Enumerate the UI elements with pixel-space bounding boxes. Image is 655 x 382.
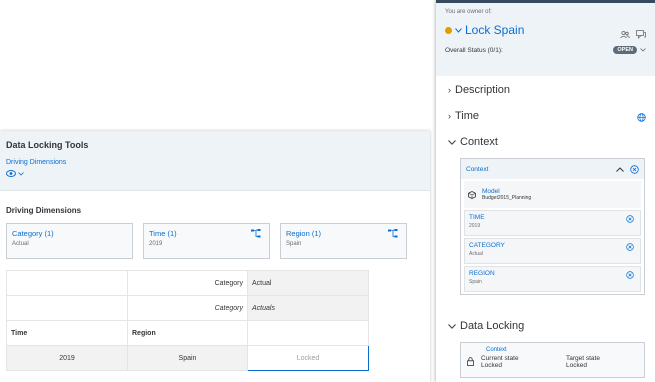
data-locking-tools-panel: Data Locking Tools Driving Dimensions Dr… [0, 131, 430, 382]
context-item-value: Spain [469, 279, 482, 285]
dimension-card-region[interactable]: Region (1) Spain [280, 223, 407, 259]
dimension-name: Time (1) [149, 229, 177, 238]
grid-column-header-region: Region [127, 320, 248, 346]
hierarchy-icon[interactable] [251, 229, 261, 238]
remove-icon[interactable] [630, 164, 639, 174]
chevron-down-icon[interactable] [640, 48, 646, 52]
locking-grid: Category Actual Category Actuals Time Re… [6, 270, 369, 371]
section-label: Time [455, 110, 480, 122]
chevron-down-icon [448, 139, 456, 145]
context-box-title: Context [466, 165, 489, 173]
lock-title-row[interactable]: Lock Spain [445, 23, 646, 37]
context-item-name: CATEGORY [469, 242, 505, 249]
lock-icon [467, 357, 474, 366]
section-label: Context [460, 136, 498, 148]
globe-icon[interactable] [637, 113, 646, 122]
model-icon [468, 190, 476, 199]
chevron-down-icon [455, 27, 462, 33]
remove-icon[interactable] [626, 243, 634, 251]
grid-cell-region: Spain [127, 345, 248, 371]
grid-row-value: Actuals [247, 295, 369, 321]
context-model[interactable]: Model Budget2015_Planning [464, 181, 641, 208]
context-item-name: TIME [469, 214, 485, 221]
grid-row-value: Actual [247, 270, 369, 296]
owner-text: You are owner of: [445, 9, 492, 15]
target-state-value: Locked [566, 362, 587, 369]
eye-icon [6, 170, 16, 177]
table-row: 2019 Spain Locked [6, 345, 369, 371]
status-badge[interactable]: OPEN [613, 46, 637, 54]
current-state-value: Locked [481, 362, 502, 369]
dimension-value: Actual [12, 241, 29, 247]
context-box: Context Model Budget2015_Planning TIME 2… [460, 158, 645, 295]
table-row: Category Actual [6, 270, 369, 296]
dimension-value: Spain [286, 241, 302, 247]
comment-icon[interactable] [636, 30, 646, 39]
dimension-name: Category (1) [12, 229, 54, 238]
status-dot [445, 26, 452, 34]
context-item-time[interactable]: TIME 2019 [464, 210, 641, 236]
section-context[interactable]: Context [448, 136, 498, 148]
current-state-label: Current state [481, 355, 519, 362]
driving-dimensions-link[interactable]: Driving Dimensions [6, 159, 424, 166]
grid-column-header-time: Time [6, 320, 128, 346]
dimension-name: Region (1) [286, 229, 322, 238]
model-value: Budget2015_Planning [482, 195, 532, 201]
section-data-locking[interactable]: Data Locking [448, 320, 524, 332]
section-label: Data Locking [460, 320, 525, 332]
tools-title: Data Locking Tools [6, 140, 89, 150]
grid-cell-lock-state[interactable]: Locked [247, 345, 369, 371]
dimension-value: 2019 [149, 241, 163, 247]
section-time[interactable]: › Time [448, 110, 648, 122]
lock-name: Lock Spain [465, 23, 525, 37]
data-locking-box: Context Current state Locked Target stat… [460, 342, 645, 378]
model-label: Model [482, 188, 500, 195]
context-item-category[interactable]: CATEGORY Actual [464, 238, 641, 264]
chevron-up-icon[interactable] [616, 166, 624, 172]
hierarchy-icon[interactable] [388, 229, 398, 238]
context-box-header: Context [461, 159, 644, 179]
context-item-name: REGION [469, 270, 495, 277]
lock-details-panel: You are owner of: Lock Spain Overall Sta… [436, 0, 655, 382]
table-row: Category Actuals [6, 295, 369, 321]
context-item-value: 2019 [469, 223, 481, 229]
grid-row-label: Category [127, 295, 248, 321]
target-state-label: Target state [566, 355, 600, 362]
context-item-region[interactable]: REGION Spain [464, 266, 641, 292]
driving-dimensions-heading: Driving Dimensions [6, 206, 82, 215]
overall-status-label: Overall Status (0/1): [445, 46, 503, 54]
chevron-down-icon [448, 323, 456, 329]
dimension-cards: Category (1) Actual Time (1) 2019 Region… [6, 223, 407, 259]
data-locking-context[interactable]: Context [486, 347, 638, 353]
header-actions [620, 30, 646, 39]
lock-header: You are owner of: Lock Spain Overall Sta… [436, 0, 655, 76]
table-row: Time Region [6, 320, 369, 346]
dimension-card-time[interactable]: Time (1) 2019 [143, 223, 270, 259]
context-item-value: Actual [469, 251, 483, 257]
grid-row-label: Category [127, 270, 248, 296]
remove-icon[interactable] [626, 271, 634, 279]
chevron-right-icon: › [448, 85, 451, 95]
tools-header: Data Locking Tools Driving Dimensions [0, 131, 430, 191]
dimension-card-category[interactable]: Category (1) Actual [6, 223, 133, 259]
section-label: Description [455, 84, 511, 96]
section-description[interactable]: › Description [448, 84, 510, 96]
overall-status-row: Overall Status (0/1): OPEN [445, 46, 646, 54]
people-icon[interactable] [620, 30, 630, 39]
grid-cell-time: 2019 [6, 345, 128, 371]
chevron-down-icon [18, 171, 24, 176]
remove-icon[interactable] [626, 215, 634, 223]
visibility-toggle[interactable] [6, 170, 424, 177]
chevron-right-icon: › [448, 111, 451, 121]
